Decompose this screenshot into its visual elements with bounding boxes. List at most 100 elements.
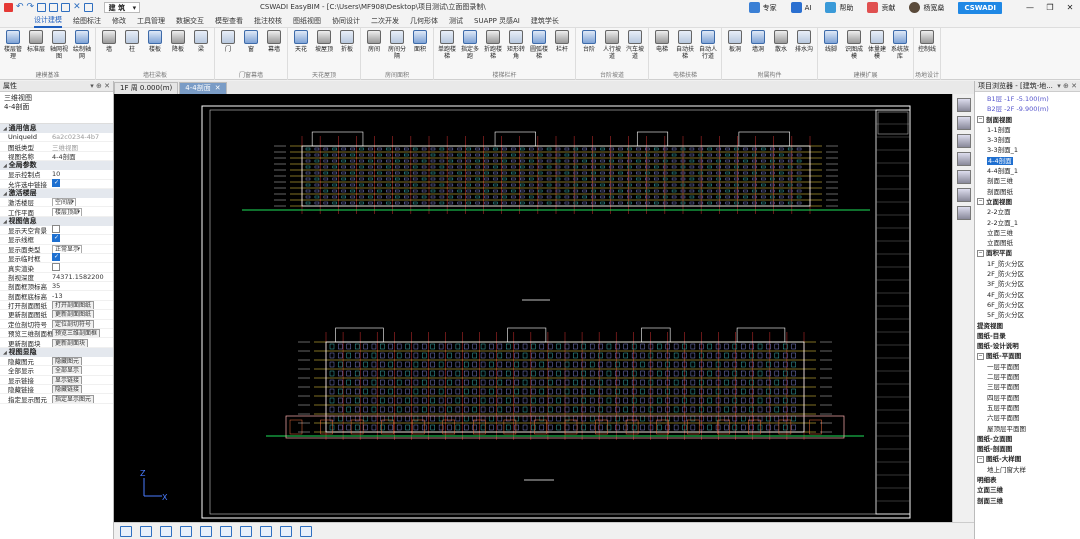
section-box-icon[interactable] — [180, 525, 192, 537]
menu-item-7[interactable]: 图纸视图 — [293, 16, 321, 26]
pen-icon[interactable] — [240, 525, 252, 537]
profession-select[interactable]: 建 筑 — [103, 2, 141, 13]
filter-icon[interactable] — [260, 525, 272, 537]
property-button[interactable]: 打开剖面图纸 — [52, 301, 95, 310]
ribbon-button[interactable]: 台阶 — [578, 30, 600, 53]
panel-controls[interactable]: ▾ ⊕ ✕ — [90, 81, 110, 92]
ribbon-button[interactable]: 降板 — [167, 30, 189, 53]
ribbon-button[interactable]: 矩形转角 — [505, 30, 527, 60]
menu-item-8[interactable]: 协同设计 — [332, 16, 360, 26]
app-logo-icon[interactable] — [4, 3, 13, 12]
browser-controls[interactable]: ▾ ⊕ ✕ — [1057, 81, 1077, 92]
property-button[interactable]: 更新剖面图纸 — [52, 310, 95, 319]
tree-item[interactable]: − 图纸-平面图 — [975, 351, 1080, 361]
tree-item[interactable]: 立面三维 — [975, 228, 1080, 238]
tree-item[interactable]: 六层平面图 — [975, 413, 1080, 423]
property-section-header[interactable]: 通用信息 — [0, 124, 113, 133]
tree-item[interactable]: 图纸-目录 — [975, 331, 1080, 341]
tree-item[interactable]: 五层平面图 — [975, 403, 1080, 413]
expand-icon[interactable]: − — [977, 455, 984, 463]
toggle-icon-3[interactable] — [956, 134, 971, 148]
tree-item[interactable]: B1层 -1F -5.100(m) — [975, 94, 1080, 104]
property-button[interactable]: 指定显示图元 — [52, 394, 95, 403]
ribbon-button[interactable]: 柱 — [121, 30, 143, 53]
tree-item[interactable]: − 立面视图 — [975, 197, 1080, 207]
tree-item[interactable]: 2F_防火分区 — [975, 269, 1080, 279]
tree-item[interactable]: 4-4剖面 — [975, 156, 1080, 166]
tree-item[interactable]: 一层平面图 — [975, 362, 1080, 372]
close-icon[interactable]: ✕ — [215, 84, 221, 92]
menu-item-3[interactable]: 工具管理 — [137, 16, 165, 26]
menu-item-4[interactable]: 数据交互 — [176, 16, 204, 26]
toggle-icon-7[interactable] — [956, 206, 971, 220]
property-checkbox[interactable] — [52, 178, 60, 187]
ribbon-button[interactable]: 绘制轴网 — [71, 30, 93, 60]
property-button[interactable]: 全部显示 — [52, 366, 83, 375]
ribbon-button[interactable]: 单跑楼梯 — [436, 30, 458, 60]
expand-icon[interactable]: − — [977, 198, 984, 206]
plane-icon[interactable] — [220, 525, 232, 537]
tree-item[interactable]: 4F_防火分区 — [975, 290, 1080, 300]
ribbon-button[interactable]: 坡屋顶 — [313, 30, 335, 53]
ribbon-button[interactable]: 汽车坡道 — [624, 30, 646, 60]
maximize-icon[interactable]: ❐ — [1040, 3, 1060, 12]
tree-item[interactable]: 1F_防火分区 — [975, 259, 1080, 269]
measure-icon[interactable] — [200, 525, 212, 537]
ribbon-button[interactable]: 自动扶梯 — [674, 30, 696, 60]
ribbon-button[interactable]: 识图成模 — [843, 30, 865, 60]
ribbon-button[interactable]: 电梯 — [651, 30, 673, 53]
ribbon-button[interactable]: 楼板 — [144, 30, 166, 53]
tree-item[interactable]: 屋顶层平面图 — [975, 424, 1080, 434]
close-icon[interactable]: ✕ — [1060, 3, 1080, 12]
hide-icon[interactable] — [300, 525, 312, 537]
ribbon-button[interactable]: 楼层管理 — [2, 30, 24, 60]
title-button-4[interactable]: 杨宽燊 — [909, 2, 944, 13]
tree-item[interactable]: 6F_防火分区 — [975, 300, 1080, 310]
tree-item[interactable]: 4-4剖面_1 — [975, 166, 1080, 176]
menu-item-9[interactable]: 二次开发 — [371, 16, 399, 26]
menu-item-10[interactable]: 几何形体 — [410, 16, 438, 26]
property-button[interactable]: 更新剖面块 — [52, 338, 89, 347]
tree-item[interactable]: 四层平面图 — [975, 393, 1080, 403]
tree-item[interactable]: 提资视图 — [975, 321, 1080, 331]
toggle-icon-5[interactable] — [956, 170, 971, 184]
toggle-icon-6[interactable] — [956, 188, 971, 202]
title-button-0[interactable]: 专家 — [748, 2, 777, 13]
ribbon-button[interactable]: 标准层 — [25, 30, 47, 53]
cad-drawing[interactable]: ZX — [114, 94, 952, 522]
tree-item[interactable]: − 面积平面 — [975, 248, 1080, 258]
menu-item-6[interactable]: 批注校核 — [254, 16, 282, 26]
tree-item[interactable]: 2-2立面_1 — [975, 218, 1080, 228]
minimize-icon[interactable]: — — [1020, 3, 1040, 12]
tree-item[interactable]: 3-3剖面 — [975, 135, 1080, 145]
ribbon-button[interactable]: 窗 — [240, 30, 262, 53]
ribbon-button[interactable]: 系统族库 — [889, 30, 911, 60]
ribbon-button[interactable]: 自动人行道 — [697, 30, 719, 60]
save-as-icon[interactable] — [49, 3, 59, 12]
tree-item[interactable]: 立面图纸 — [975, 238, 1080, 248]
property-button[interactable]: 定位剖切符号 — [52, 319, 95, 328]
ribbon-button[interactable]: 人行坡道 — [601, 30, 623, 60]
title-button-2[interactable]: 帮助 — [825, 2, 853, 13]
box-icon[interactable] — [160, 525, 172, 537]
ribbon-button[interactable]: 幕墙 — [263, 30, 285, 53]
undo-icon[interactable]: ↶ — [16, 3, 24, 12]
ribbon-button[interactable]: 墙洞 — [747, 30, 769, 53]
menu-item-13[interactable]: 建筑学长 — [531, 16, 559, 26]
ribbon-button[interactable]: 房间分隔 — [386, 30, 408, 60]
tree-item[interactable]: 三层平面图 — [975, 382, 1080, 392]
ribbon-button[interactable]: 墙 — [98, 30, 120, 53]
property-checkbox[interactable] — [52, 262, 60, 271]
toggle-icon-2[interactable] — [956, 116, 971, 130]
ribbon-button[interactable]: 控制线 — [916, 30, 938, 53]
menu-item-2[interactable]: 修改 — [112, 16, 126, 26]
ribbon-button[interactable]: 轴网视图 — [48, 30, 70, 60]
property-button[interactable]: 显示链接 — [52, 375, 83, 384]
print-icon[interactable] — [61, 3, 71, 12]
property-button[interactable]: 隐藏图元 — [52, 357, 83, 365]
toggle-icon-4[interactable] — [956, 152, 971, 166]
ribbon-button[interactable]: 线脚 — [820, 30, 842, 53]
menu-item-12[interactable]: SUAPP 灵感AI — [474, 16, 520, 26]
menu-item-1[interactable]: 绘图标注 — [73, 16, 101, 26]
ribbon-button[interactable]: 门 — [217, 30, 239, 53]
